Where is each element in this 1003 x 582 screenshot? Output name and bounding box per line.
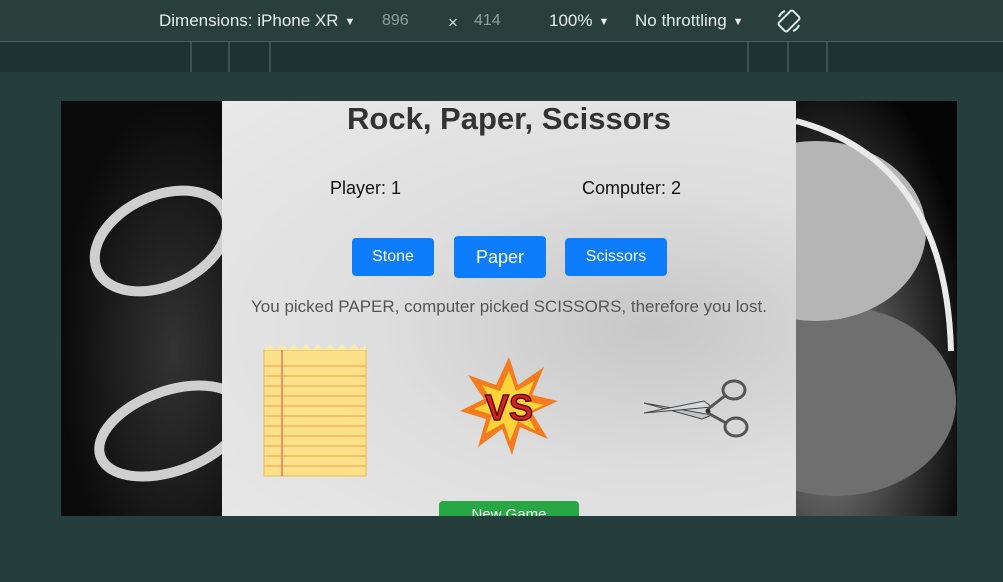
chevron-down-icon: ▼	[598, 16, 610, 28]
computer-score: Computer: 2	[582, 178, 682, 198]
paper-button[interactable]: Paper	[454, 236, 546, 278]
throttling-label: No throttling	[635, 11, 727, 30]
ruler-divider	[269, 42, 271, 72]
vs-burst-icon: VS	[460, 357, 558, 455]
vs-text: VS	[485, 387, 533, 428]
ruler-divider	[826, 42, 828, 72]
stone-button[interactable]: Stone	[352, 238, 434, 276]
player-paper-icon	[263, 344, 367, 477]
chevron-down-icon: ▼	[732, 16, 744, 28]
stones-illustration	[706, 118, 956, 496]
throttling-dropdown[interactable]: No throttling ▼	[635, 11, 744, 31]
zoom-label: 100%	[549, 11, 593, 30]
dimensions-label: Dimensions: iPhone XR	[159, 11, 339, 30]
ruler-divider	[787, 42, 789, 72]
device-toolbar: Dimensions: iPhone XR ▼ 896 × 414 100% ▼…	[0, 0, 1003, 42]
page-title: Rock, Paper, Scissors	[347, 101, 671, 136]
ruler-divider	[190, 42, 192, 72]
ruler-divider	[747, 42, 749, 72]
device-viewport: Rock, Paper, Scissors Player: 1 Computer…	[61, 101, 957, 516]
scissors-handle-illustration	[89, 185, 248, 482]
new-game-button[interactable]: New Game	[439, 501, 579, 516]
width-input[interactable]: 896	[382, 12, 409, 30]
chevron-down-icon: ▼	[344, 16, 356, 28]
height-input[interactable]: 414	[474, 12, 501, 30]
dimensions-dropdown[interactable]: Dimensions: iPhone XR ▼	[159, 11, 355, 31]
computer-scissors-icon	[643, 379, 749, 438]
zoom-dropdown[interactable]: 100% ▼	[549, 11, 609, 31]
scissors-background-image	[61, 101, 248, 516]
scissors-button[interactable]: Scissors	[565, 238, 667, 276]
media-query-bar	[0, 42, 1003, 72]
rotate-icon[interactable]	[776, 8, 802, 34]
player-score: Player: 1	[330, 178, 402, 198]
stones-background-image	[706, 101, 957, 516]
game-panel: Rock, Paper, Scissors Player: 1 Computer…	[222, 101, 796, 516]
result-message: You picked PAPER, computer picked SCISSO…	[251, 297, 767, 316]
ruler-divider	[228, 42, 230, 72]
times-icon: ×	[448, 13, 458, 32]
